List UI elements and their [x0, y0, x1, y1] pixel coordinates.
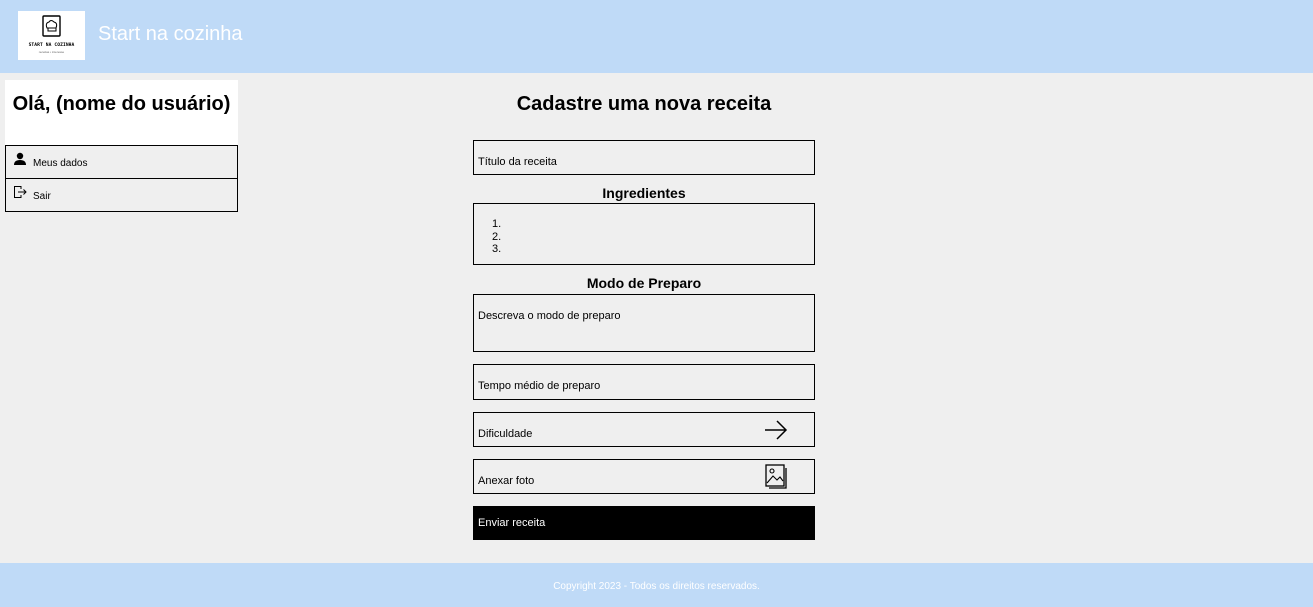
logout-icon: [13, 185, 27, 204]
logo-subtext: receitas • interesse: [38, 50, 65, 54]
footer: Copyright 2023 - Todos os direitos reser…: [0, 563, 1313, 607]
attach-photo-label: Anexar foto: [478, 475, 535, 487]
logo-text: START NA COZINHA: [28, 43, 75, 48]
sidebar-item-label: Sair: [33, 191, 51, 202]
ingredient-item: 1.: [492, 218, 502, 230]
copyright-text: Copyright 2023 - Todos os direitos reser…: [553, 581, 760, 592]
greeting-box: Olá, (nome do usuário): [5, 80, 238, 145]
recipe-title-input[interactable]: Título da receita: [473, 140, 815, 175]
sidebar: Olá, (nome do usuário) Meus dados Sair: [5, 80, 238, 212]
method-input[interactable]: Descreva o modo de preparo: [473, 294, 815, 352]
submit-recipe-button[interactable]: Enviar receita: [473, 506, 815, 540]
method-placeholder: Descreva o modo de preparo: [478, 310, 621, 322]
submit-recipe-label: Enviar receita: [478, 517, 546, 529]
difficulty-select[interactable]: Dificuldade: [473, 412, 815, 447]
ingredients-label: Ingredientes: [602, 185, 686, 201]
sidebar-item-meus-dados[interactable]: Meus dados: [5, 145, 238, 179]
recipe-title-placeholder: Título da receita: [478, 156, 557, 168]
prep-time-input[interactable]: Tempo médio de preparo: [473, 364, 815, 400]
ingredients-input[interactable]: 1. 2. 3.: [473, 203, 815, 265]
page-title: Cadastre uma nova receita: [516, 93, 772, 115]
ingredient-item: 3.: [492, 243, 502, 255]
attach-photo-button[interactable]: Anexar foto: [473, 459, 815, 494]
difficulty-label: Dificuldade: [478, 428, 533, 440]
sidebar-item-label: Meus dados: [33, 158, 88, 169]
app-title: Start na cozinha: [98, 23, 243, 45]
logo[interactable]: START NA COZINHA receitas • interesse: [18, 11, 85, 60]
image-icon: [764, 463, 790, 496]
ingredient-item: 2.: [492, 231, 502, 243]
greeting: Olá, (nome do usuário): [12, 93, 231, 115]
user-icon: [13, 152, 27, 171]
method-label: Modo de Preparo: [586, 275, 702, 291]
sidebar-item-sair[interactable]: Sair: [5, 178, 238, 212]
header: START NA COZINHA receitas • interesse St…: [0, 0, 1313, 73]
arrow-right-icon: [763, 419, 789, 446]
prep-time-placeholder: Tempo médio de preparo: [478, 380, 601, 392]
